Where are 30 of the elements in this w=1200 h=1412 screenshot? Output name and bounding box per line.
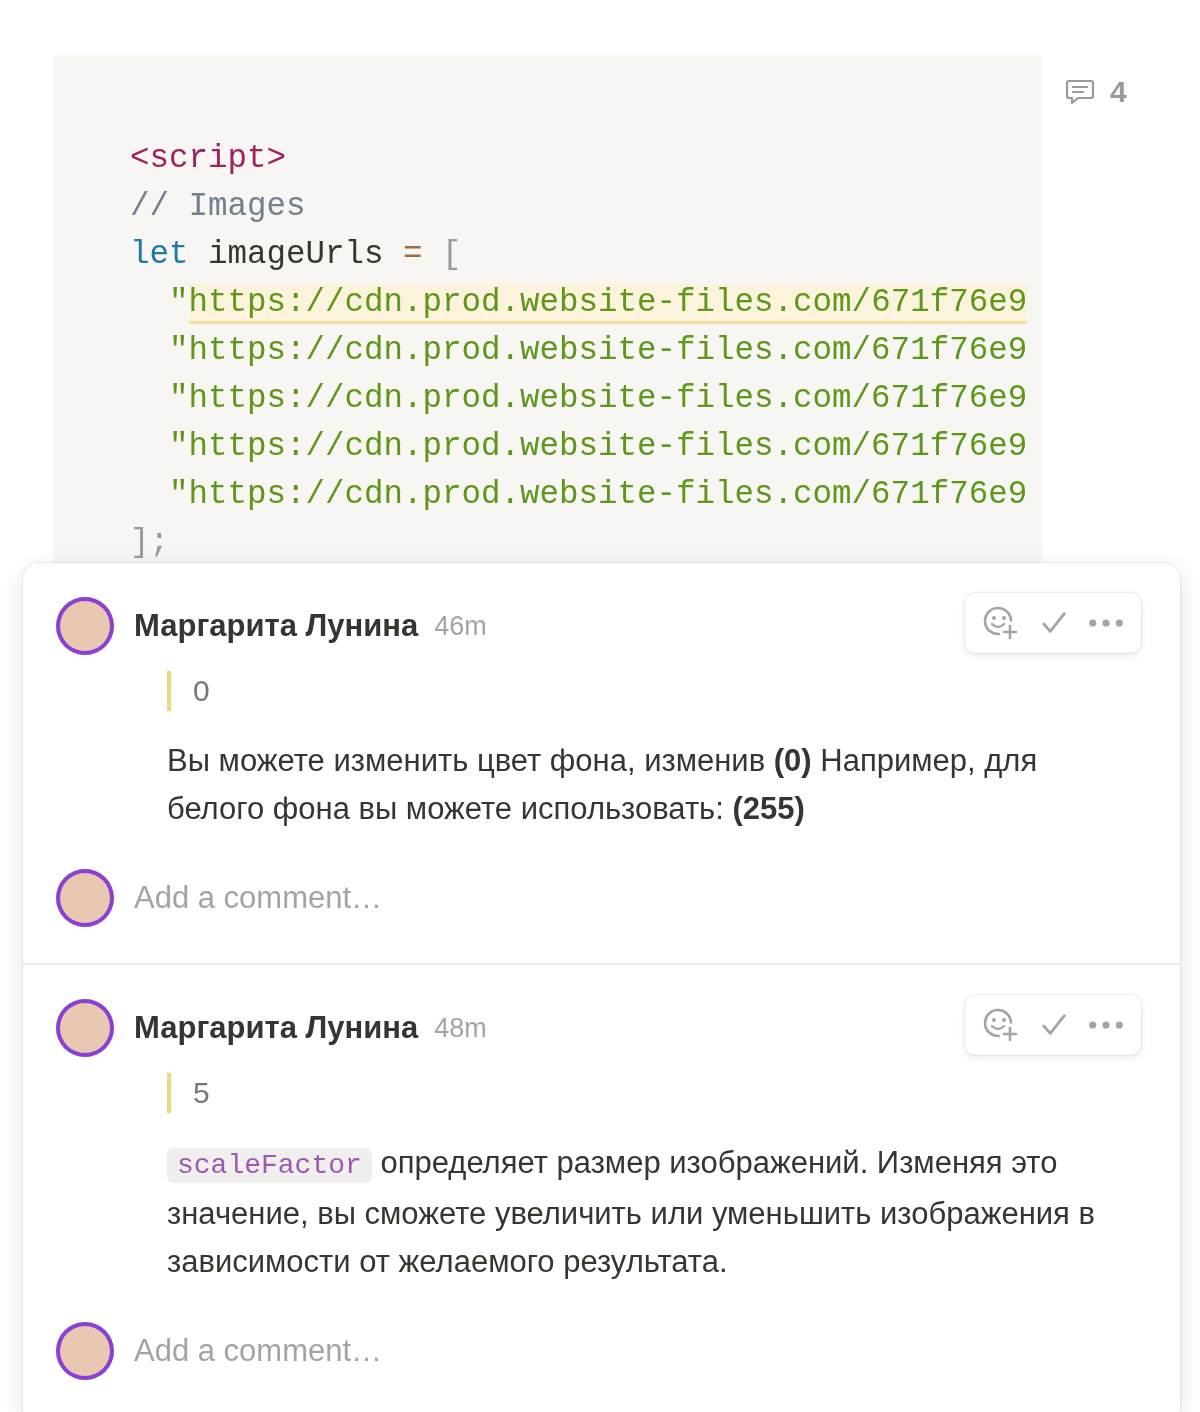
comment-text: Вы можете изменить цвет фона, изменив (0) Например, для белого фона вы можете использовать: (255) xyxy=(167,742,1039,828)
more-button[interactable] xyxy=(1087,617,1125,629)
avatar xyxy=(56,999,114,1057)
highlighted-code-text: https://cdn.prod.website-files.com/671f76e9 xyxy=(188,284,1028,324)
comment-text: scaleFactor определяет размер изображений. Изменяя это значение, вы сможете увеличить или уменьшить изображения в зависимости от желаемого результата. xyxy=(167,1144,1096,1281)
timestamp: 46m xyxy=(434,610,487,642)
comment-input[interactable]: Add a comment… xyxy=(134,874,1140,922)
quoted-text: 0 xyxy=(167,671,1140,711)
comment-input[interactable]: Add a comment… xyxy=(134,1327,1140,1375)
code-text: "https://cdn.prod.website-files.com/671f76e9 xyxy=(168,428,1028,465)
code-text: <script> xyxy=(130,140,287,177)
more-button[interactable] xyxy=(1087,1019,1125,1031)
author-name: Маргарита Лунина xyxy=(134,1010,419,1046)
author-name: Маргарита Лунина xyxy=(134,608,419,644)
code-text: "https://cdn.prod.website-files.com/671f76e9 xyxy=(168,332,1028,369)
code-text: imageUrls xyxy=(207,236,385,273)
avatar xyxy=(56,1322,114,1380)
code-text: = xyxy=(403,236,423,273)
quoted-text: 5 xyxy=(167,1073,1140,1113)
avatar xyxy=(56,869,114,927)
code-text: // Images xyxy=(130,188,306,225)
code-text: let xyxy=(130,236,189,273)
timestamp: 48m xyxy=(434,1012,487,1044)
avatar xyxy=(56,597,114,655)
comment-count-button[interactable]: 4 xyxy=(1064,75,1127,109)
code-text: " xyxy=(168,284,189,321)
code-text: "https://cdn.prod.website-files.com/671f76e9 xyxy=(168,476,1028,513)
code-text: "https://cdn.prod.website-files.com/671f76e9 xyxy=(168,380,1028,417)
code-text: ]; xyxy=(130,524,169,561)
code-text: [ xyxy=(441,236,462,273)
